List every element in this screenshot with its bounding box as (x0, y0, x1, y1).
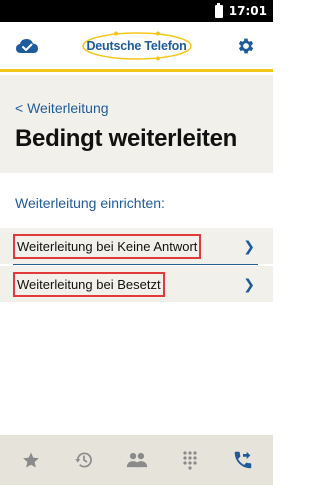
title-area: < Weiterleitung Bedingt weiterleiten (0, 75, 273, 173)
call-forward-icon[interactable] (223, 440, 263, 480)
list-item-busy[interactable]: Weiterleitung bei Besetzt ❯ (0, 266, 273, 302)
chevron-right-icon: ❯ (243, 237, 255, 254)
bottom-nav (0, 435, 273, 485)
section-label: Weiterleitung einrichten: (15, 195, 165, 211)
chevron-right-icon: ❯ (243, 275, 255, 292)
contacts-icon[interactable] (117, 440, 157, 480)
dialpad-icon[interactable] (170, 440, 210, 480)
status-bar: 17:01 (0, 0, 273, 22)
brand-name: Deutsche Telefon (86, 38, 187, 53)
cloud-check-icon[interactable] (14, 33, 40, 59)
brand-logo: Deutsche Telefon (77, 28, 197, 64)
list-item-label: Weiterleitung bei Keine Antwort (13, 233, 202, 259)
history-icon[interactable] (64, 440, 104, 480)
battery-icon (214, 2, 223, 18)
page-title: Bedingt weiterleiten (15, 125, 238, 152)
status-time: 17:01 (228, 4, 267, 18)
content: Weiterleitung einrichten: Weiterleitung … (0, 173, 273, 435)
divider (13, 264, 258, 265)
star-icon[interactable] (11, 440, 51, 480)
list-item-label: Weiterleitung bei Besetzt (13, 271, 165, 297)
app-header: Deutsche Telefon (0, 22, 273, 72)
breadcrumb-back-link[interactable]: < Weiterleitung (15, 100, 258, 116)
list-item-no-answer[interactable]: Weiterleitung bei Keine Antwort ❯ (0, 228, 273, 264)
gear-icon[interactable] (233, 33, 259, 59)
